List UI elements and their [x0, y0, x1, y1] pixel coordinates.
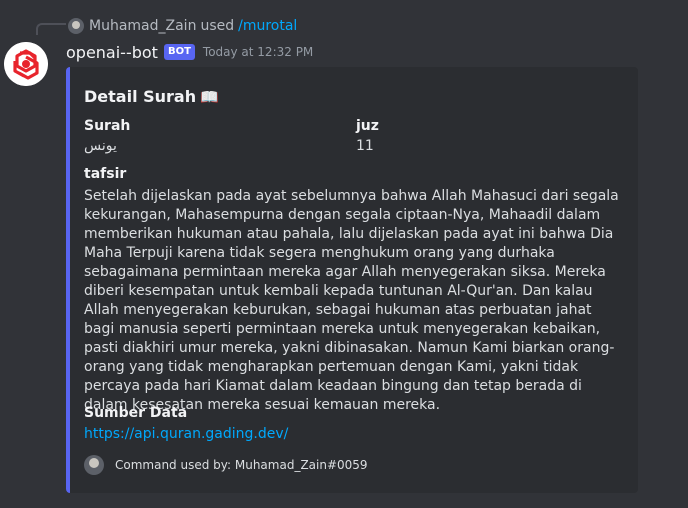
- reply-connector: [36, 23, 66, 35]
- bot-avatar[interactable]: [4, 42, 48, 86]
- openai-logo-icon: [4, 42, 48, 86]
- reply-command-link[interactable]: /murotal: [238, 18, 297, 34]
- reply-user-avatar[interactable]: [68, 18, 84, 34]
- message-timestamp[interactable]: Today at 12:32 PM: [203, 45, 313, 59]
- bot-badge: BOT: [163, 44, 195, 60]
- field-surah-name: Surah: [84, 118, 131, 134]
- bot-username[interactable]: openai--bot: [66, 43, 158, 62]
- footer-user-avatar: [84, 455, 104, 475]
- field-juz-value: 11: [356, 138, 374, 154]
- book-icon: 📖: [200, 88, 219, 106]
- reply-context[interactable]: Muhamad_Zain used /murotal: [68, 16, 297, 36]
- embed-card: Detail Surah 📖 Surah يونس juz 11 tafsir S…: [66, 67, 638, 493]
- field-juz-name: juz: [356, 118, 379, 134]
- source-link[interactable]: https://api.quran.gading.dev/: [84, 426, 288, 442]
- message-header: openai--bot BOT Today at 12:32 PM: [66, 41, 313, 63]
- field-source-name: Sumber Data: [84, 405, 188, 421]
- embed-footer: Command used by: Muhamad_Zain#0059: [84, 454, 368, 476]
- reply-username[interactable]: Muhamad_Zain: [89, 18, 196, 34]
- embed-title: Detail Surah 📖: [84, 87, 219, 106]
- reply-action: used: [200, 18, 235, 34]
- footer-text: Command used by: Muhamad_Zain#0059: [115, 458, 368, 472]
- embed-title-text: Detail Surah: [84, 87, 197, 106]
- field-tafsir-value: Setelah dijelaskan pada ayat sebelumnya …: [84, 188, 619, 413]
- field-surah-value: يونس: [84, 138, 117, 154]
- field-tafsir-name: tafsir: [84, 166, 127, 182]
